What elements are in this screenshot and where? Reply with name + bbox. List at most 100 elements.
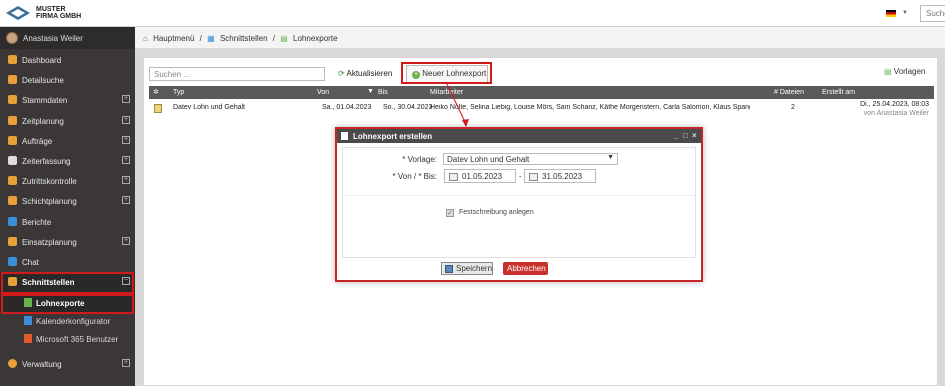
sidebar-item-verwaltung[interactable]: Verwaltung + (0, 354, 135, 374)
minimize-icon[interactable]: _ (674, 131, 678, 140)
templates-label: Vorlagen (893, 67, 926, 76)
settings-icon[interactable]: ✲ (153, 88, 159, 96)
highlight-schnittstellen (1, 272, 134, 294)
sidebar-item-berichte[interactable]: Berichte (0, 212, 135, 232)
column-typ[interactable]: Typ (173, 89, 184, 96)
refresh-label: Aktualisieren (346, 69, 393, 78)
save-icon (445, 265, 453, 273)
sidebar-item-chat[interactable]: Chat (0, 252, 135, 272)
highlight-lohnexporte (1, 294, 134, 314)
sidebar-item-zeiterfassung[interactable]: Zeiterfassung + (0, 151, 135, 171)
briefcase-icon (8, 135, 17, 145)
sidebar-item-dashboard[interactable]: Dashboard (0, 50, 135, 70)
search-input[interactable]: Suchen ... (149, 67, 325, 81)
table-row[interactable]: Datev Lohn und Gehalt Sa., 01.04.2023 So… (149, 101, 934, 123)
calendar-icon[interactable] (449, 173, 458, 181)
breadcrumb-separator: / (199, 34, 202, 43)
sidebar-item-zutrittskontrolle[interactable]: Zutrittskontrolle + (0, 171, 135, 191)
from-date-input[interactable]: 01.05.2023 (444, 169, 516, 183)
sidebar-item-schichtplanung[interactable]: Schichtplanung + (0, 191, 135, 211)
home-icon (8, 55, 17, 64)
sidebar-item-einsatzplanung[interactable]: Einsatzplanung + (0, 232, 135, 252)
interface-icon: ▦ (207, 34, 215, 43)
home-icon: ⌂ (143, 34, 148, 43)
sidebar-item-detailsuche[interactable]: Detailsuche (0, 70, 135, 90)
expand-icon[interactable]: + (122, 176, 130, 185)
template-select-value: Datev Lohn und Gehalt (447, 155, 530, 164)
deploy-icon (8, 236, 17, 246)
festschreibung-checkbox[interactable]: ✓ (446, 209, 454, 217)
column-bis[interactable]: Bis (378, 89, 388, 96)
shift-icon (8, 196, 17, 206)
breadcrumb-lohnexporte: Lohnexporte (293, 34, 338, 43)
template-icon: ▤ (884, 67, 892, 76)
company-name: MUSTER FIRMA GMBH (36, 6, 81, 20)
cell-erstellt-von: von Anastasia Weiler (863, 110, 929, 117)
expand-icon[interactable]: + (122, 115, 130, 124)
sidebar-item-label: Verwaltung (22, 360, 62, 369)
refresh-icon: ⟳ (338, 69, 345, 78)
sidebar-item-label: Berichte (22, 217, 52, 227)
sidebar-item-label: Stammdaten (22, 96, 68, 106)
calendar-icon[interactable] (529, 173, 538, 181)
refresh-button[interactable]: ⟳ Aktualisieren (338, 67, 392, 81)
sidebar-subitem-microsoft-365-benutzer[interactable]: Microsoft 365 Benutzer (0, 330, 135, 348)
column-von[interactable]: Von (317, 89, 329, 96)
close-icon[interactable]: × (692, 131, 697, 140)
sidebar-item-stammdaten[interactable]: Stammdaten + (0, 90, 135, 110)
sidebar-item-label: Zutrittskontrolle (22, 177, 77, 187)
user-name: Anastasia Weiler (23, 34, 83, 43)
sidebar-item-label: Aufträge (22, 136, 53, 146)
maximize-icon[interactable]: □ (683, 131, 688, 140)
cell-dateien: 2 (791, 104, 795, 111)
column-erstellt-am[interactable]: Erstellt am (822, 89, 855, 96)
language-dropdown-icon[interactable]: ▼ (902, 10, 908, 16)
templates-button[interactable]: ▤ Vorlagen (884, 67, 925, 76)
sidebar-item-label: Schichtplanung (22, 197, 77, 207)
dialog-header: Lohnexport erstellen _ □ × (337, 129, 701, 143)
expand-icon[interactable]: + (122, 156, 130, 164)
to-date-input[interactable]: 31.05.2023 (524, 169, 596, 183)
sidebar-item-label: Zeiterfassung (22, 157, 71, 166)
clock-icon (8, 156, 17, 165)
global-search-input[interactable]: Suche (920, 5, 945, 22)
date-separator: - (519, 172, 522, 181)
festschreibung-label: Festschreibung anlegen (459, 209, 534, 216)
sidebar-item-label: Einsatzplanung (22, 237, 77, 247)
cancel-button[interactable]: Abbrechen (503, 262, 548, 275)
column-dateien[interactable]: # Dateien (774, 89, 804, 96)
sidebar-item-label: Zeitplanung (22, 116, 64, 126)
sidebar-item-zeitplanung[interactable]: Zeitplanung + (0, 111, 135, 131)
expand-icon[interactable]: + (122, 95, 130, 104)
create-payroll-export-dialog: Lohnexport erstellen _ □ × * Vorlage: Da… (335, 127, 703, 282)
company-logo (6, 6, 30, 20)
calendar-config-icon (24, 316, 32, 325)
company-name-line1: MUSTER (36, 6, 66, 13)
expand-icon[interactable]: + (122, 359, 130, 367)
chevron-down-icon: ▼ (607, 154, 614, 161)
expand-icon[interactable]: + (122, 135, 130, 144)
sidebar-item-label: Detailsuche (22, 76, 64, 86)
sidebar-item-aufträge[interactable]: Aufträge + (0, 131, 135, 151)
table-header: ✲ Typ Von ▼ Bis Mitarbeiter # Dateien Er… (149, 86, 934, 99)
breadcrumb-hauptmenu[interactable]: Hauptmenü (153, 34, 194, 43)
sidebar: Anastasia Weiler Dashboard Detailsuche Sta… (0, 27, 135, 386)
breadcrumb-schnittstellen[interactable]: Schnittstellen (220, 34, 268, 43)
von-bis-label: * Von / * Bis: (392, 172, 437, 181)
cell-erstellt: Di., 25.04.2023, 08:03 (860, 101, 929, 108)
sidebar-subitem-label: Kalenderkonfigurator (36, 317, 111, 326)
user-profile[interactable]: Anastasia Weiler (0, 27, 135, 49)
template-select[interactable]: Datev Lohn und Gehalt ▼ (443, 153, 618, 165)
chat-icon (8, 257, 17, 266)
cell-bis: So., 30.04.2023 (383, 104, 433, 111)
sidebar-item-label: Dashboard (22, 56, 62, 65)
expand-icon[interactable]: + (122, 196, 130, 205)
expand-icon[interactable]: + (122, 236, 130, 245)
calendar-icon (8, 115, 17, 125)
row-edit-icon[interactable] (154, 104, 162, 113)
save-button[interactable]: Speichern (441, 262, 493, 275)
sidebar-subitem-kalenderkonfigurator[interactable]: Kalenderkonfigurator (0, 312, 135, 330)
top-bar: MUSTER FIRMA GMBH ▼ Suche (0, 0, 945, 27)
dialog-body: * Vorlage: Datev Lohn und Gehalt ▼ * Von… (342, 147, 696, 258)
german-flag-icon[interactable] (886, 10, 896, 17)
